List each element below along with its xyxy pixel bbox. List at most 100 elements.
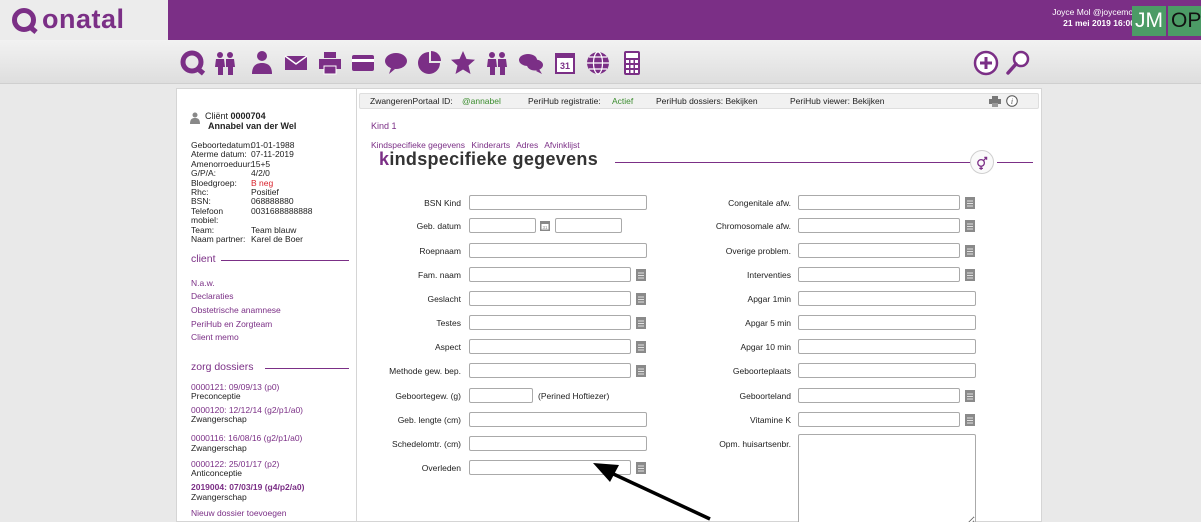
- birth-weight-input[interactable]: [469, 388, 533, 403]
- congenital-input[interactable]: [798, 195, 960, 210]
- bsn-kind-input[interactable]: [469, 195, 647, 210]
- globe-icon[interactable]: [585, 50, 611, 76]
- title-divider: [615, 162, 973, 164]
- dossier-type: Zwangerschap: [191, 492, 247, 502]
- pregnant-women-icon[interactable]: [212, 50, 238, 76]
- star-icon[interactable]: [450, 50, 476, 76]
- birth-country-input[interactable]: [798, 388, 960, 403]
- mail-icon[interactable]: [283, 50, 309, 76]
- field-label: Interventies: [747, 270, 791, 280]
- head-circumference-input[interactable]: [469, 436, 647, 451]
- note-icon[interactable]: [636, 341, 646, 353]
- field-label: Testes: [436, 318, 461, 328]
- registration-label: PeriHub registratie:: [528, 96, 601, 106]
- other-problems-input[interactable]: [798, 243, 960, 258]
- note-icon[interactable]: [965, 220, 975, 232]
- field-label: Geboorteplaats: [732, 366, 791, 376]
- calendar-icon[interactable]: 31: [540, 220, 550, 231]
- client-header: Cliënt 0000704 Annabel van der Wel: [190, 111, 296, 131]
- client-sidebar: Cliënt 0000704 Annabel van der Wel Geboo…: [176, 88, 358, 522]
- note-icon[interactable]: [636, 269, 646, 281]
- note-icon[interactable]: [965, 245, 975, 257]
- note-icon[interactable]: [965, 414, 975, 426]
- note-icon[interactable]: [636, 317, 646, 329]
- new-dossier-link[interactable]: Nieuw dossier toevoegen: [191, 508, 286, 518]
- calendar-icon[interactable]: 31: [552, 50, 578, 76]
- client-number: 0000704: [230, 111, 266, 121]
- chat-icon[interactable]: [518, 50, 544, 76]
- note-icon[interactable]: [965, 390, 975, 402]
- gender-toggle[interactable]: [970, 150, 994, 174]
- sex-input[interactable]: [469, 291, 631, 306]
- family-name-input[interactable]: [469, 267, 631, 282]
- field-label: BSN Kind: [424, 198, 461, 208]
- testes-input[interactable]: [469, 315, 631, 330]
- first-name-input[interactable]: [469, 243, 647, 258]
- perihub-dossiers-link[interactable]: PeriHub dossiers: Bekijken: [656, 94, 758, 108]
- note-icon[interactable]: [636, 365, 646, 377]
- chromosomal-input[interactable]: [798, 218, 960, 233]
- field-label: Apgar 5 min: [745, 318, 791, 328]
- note-icon[interactable]: [636, 293, 646, 305]
- home-q-icon[interactable]: [180, 50, 206, 76]
- dossier-type: Preconceptie: [191, 391, 241, 401]
- field-label: Apgar 1min: [747, 294, 791, 304]
- add-circle-icon[interactable]: [973, 50, 999, 76]
- calculator-icon[interactable]: [619, 50, 645, 76]
- client-section-title: client: [191, 253, 216, 265]
- interventions-input[interactable]: [798, 267, 960, 282]
- search-icon[interactable]: [1005, 50, 1031, 76]
- svg-text:i: i: [1011, 97, 1013, 106]
- dossier-link-active[interactable]: 2019004: 07/03/19 (g4/p2/a0): [191, 482, 304, 492]
- gp-letter-remarks-textarea[interactable]: [798, 434, 976, 522]
- chat-bubble-icon[interactable]: [383, 50, 409, 76]
- app-logo[interactable]: onatal: [0, 0, 168, 40]
- sidebar-link-anamnese[interactable]: Obstetrische anamnese: [191, 305, 281, 315]
- sidebar-link-naw[interactable]: N.a.w.: [191, 278, 215, 288]
- aspect-input[interactable]: [469, 339, 631, 354]
- weight-method-input[interactable]: [469, 363, 631, 378]
- vitamin-k-input[interactable]: [798, 412, 960, 427]
- print-icon[interactable]: [989, 96, 1001, 107]
- logo-q-icon: [12, 8, 36, 32]
- client-person-icon[interactable]: [249, 50, 275, 76]
- note-icon[interactable]: [965, 269, 975, 281]
- app-badge[interactable]: OP: [1168, 6, 1201, 36]
- apgar-1min-input[interactable]: [798, 291, 976, 306]
- top-bar: onatal Joyce Mol @joycemol 21 mei 2019 1…: [0, 0, 1201, 40]
- birth-date-input[interactable]: [469, 218, 536, 233]
- print-icon[interactable]: [317, 50, 343, 76]
- field-label: Telefoon mobiel:: [191, 205, 224, 226]
- sidebar-link-perihub[interactable]: PeriHub en Zorgteam: [191, 319, 272, 329]
- dossier-link[interactable]: 0000116: 16/08/16 (g2/p1/a0): [191, 433, 302, 443]
- field-label: Geb. lengte (cm): [397, 415, 461, 425]
- title-divider: [997, 162, 1033, 164]
- card-icon[interactable]: [350, 50, 376, 76]
- people-icon[interactable]: [484, 50, 510, 76]
- sidebar-link-declaraties[interactable]: Declaraties: [191, 291, 234, 301]
- info-icon[interactable]: i: [1006, 95, 1018, 107]
- apgar-10min-input[interactable]: [798, 339, 976, 354]
- section-title-rest: indspecifieke gegevens: [389, 149, 598, 169]
- birthplace-input[interactable]: [798, 363, 976, 378]
- partner-name-value: Karel de Boer: [251, 234, 303, 245]
- section-title-initial: k: [379, 149, 390, 169]
- apgar-5min-input[interactable]: [798, 315, 976, 330]
- note-icon[interactable]: [965, 197, 975, 209]
- portal-id-label: ZwangerenPortaal ID:: [370, 96, 453, 106]
- field-label: Apgar 10 min: [740, 342, 791, 352]
- portal-id-value[interactable]: @annabel: [462, 94, 501, 108]
- user-name[interactable]: Joyce Mol @joycemol: [1052, 7, 1135, 18]
- dossier-type: Anticonceptie: [191, 468, 243, 478]
- pie-chart-icon[interactable]: [416, 50, 442, 76]
- user-info: Joyce Mol @joycemol 21 mei 2019 16:00: [1052, 7, 1135, 29]
- client-label: Cliënt: [205, 111, 229, 121]
- sidebar-link-memo[interactable]: Client memo: [191, 332, 239, 342]
- birth-time-input[interactable]: [555, 218, 622, 233]
- user-avatar[interactable]: JM: [1132, 6, 1166, 36]
- registration-value[interactable]: Actief: [612, 94, 633, 108]
- birth-length-input[interactable]: [469, 412, 647, 427]
- perihub-viewer-link[interactable]: PeriHub viewer: Bekijken: [790, 94, 884, 108]
- dossier-type: Zwangerschap: [191, 443, 247, 453]
- gender-icon: [977, 156, 988, 170]
